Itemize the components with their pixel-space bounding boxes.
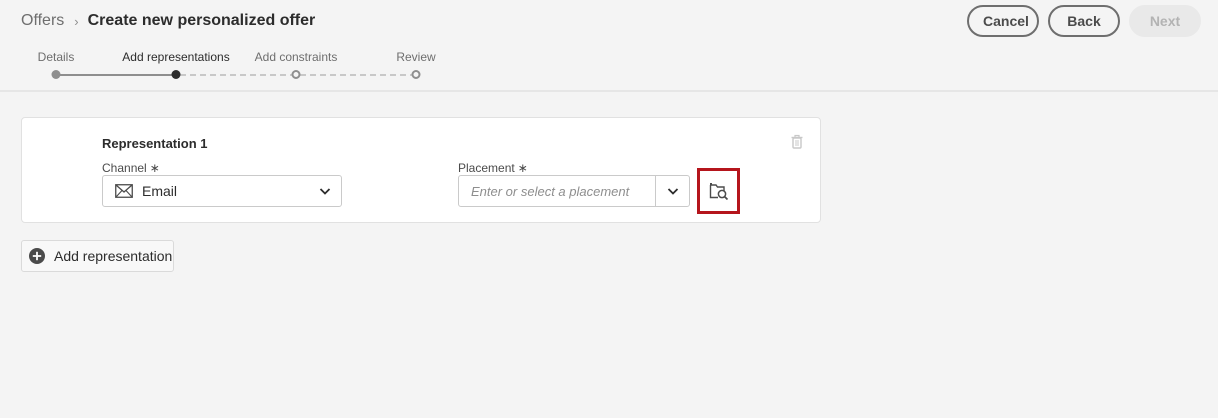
- add-representation-label: Add representation: [54, 248, 173, 264]
- step-review-marker: [411, 70, 421, 79]
- breadcrumb-offers-link[interactable]: Offers: [21, 12, 64, 30]
- channel-value: Email: [142, 183, 178, 199]
- step-add-constraints-label[interactable]: Add constraints: [255, 50, 338, 64]
- trash-icon[interactable]: [790, 134, 804, 150]
- required-asterisk: ∗: [149, 161, 160, 175]
- step-review-label[interactable]: Review: [396, 50, 435, 64]
- representation-title: Representation 1: [102, 136, 208, 151]
- step-details-marker: [51, 70, 61, 79]
- wizard-stepper: Details Add representations Add constrai…: [0, 50, 480, 86]
- add-circle-icon: [29, 248, 45, 264]
- back-button[interactable]: Back: [1048, 5, 1120, 37]
- required-asterisk: ∗: [517, 161, 528, 175]
- chevron-right-icon: ›: [74, 13, 79, 29]
- placement-label: Placement ∗: [458, 161, 528, 175]
- page-title: Create new personalized offer: [87, 12, 316, 29]
- representation-card: Representation 1 Channel ∗ Email Placemen…: [21, 117, 821, 223]
- step-details-label[interactable]: Details: [38, 50, 75, 64]
- channel-label: Channel ∗: [102, 161, 160, 175]
- chevron-down-icon: [319, 188, 331, 195]
- placement-combobox[interactable]: [458, 175, 690, 207]
- next-button[interactable]: Next: [1129, 5, 1201, 37]
- add-representation-button[interactable]: Add representation: [21, 240, 174, 272]
- breadcrumb: Offers › Create new personalized offer: [21, 12, 315, 30]
- header-actions: Cancel Back Next: [967, 5, 1201, 37]
- step-add-constraints-marker: [291, 70, 301, 79]
- page-header: Offers › Create new personalized offer C…: [0, 0, 1218, 92]
- step-add-representations-label[interactable]: Add representations: [122, 50, 229, 64]
- step-connector-completed: [56, 74, 176, 76]
- folder-search-icon: [709, 183, 728, 200]
- cancel-button[interactable]: Cancel: [967, 5, 1039, 37]
- browse-placements-button[interactable]: [697, 168, 740, 214]
- channel-dropdown[interactable]: Email: [102, 175, 342, 207]
- placement-dropdown-button[interactable]: [655, 176, 689, 206]
- step-add-representations-marker: [171, 70, 181, 79]
- channel-label-text: Channel: [102, 161, 147, 175]
- placement-input[interactable]: [459, 176, 655, 206]
- placement-label-text: Placement: [458, 161, 515, 175]
- mail-icon: [115, 184, 133, 198]
- chevron-down-icon: [667, 188, 678, 195]
